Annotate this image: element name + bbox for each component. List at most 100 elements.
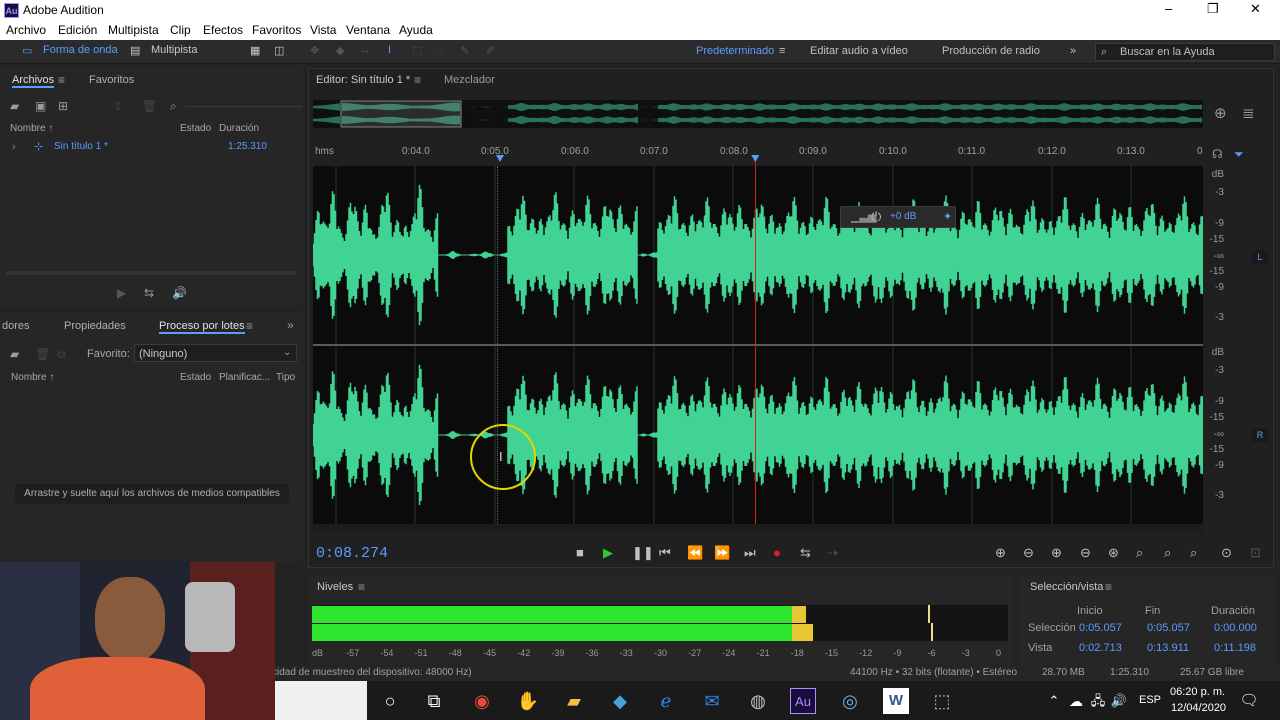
panel-menu-icon[interactable]: ≡ — [58, 73, 65, 87]
insert-icon[interactable]: ⇪ — [113, 99, 123, 113]
menu-archivo[interactable]: Archivo — [6, 23, 46, 37]
selection-end[interactable]: 0:05.057 — [1147, 622, 1190, 634]
clock-date[interactable]: 12/04/2020 — [1171, 702, 1226, 714]
pin-icon[interactable]: ✦ — [943, 210, 952, 223]
mixer-tab[interactable]: Mezclador — [444, 74, 495, 86]
marquee-tool-icon[interactable]: ⬚ — [412, 44, 422, 57]
menu-ayuda[interactable]: Ayuda — [399, 23, 433, 37]
channel-r-toggle[interactable]: R — [1252, 428, 1268, 442]
batch-col-nombre[interactable]: Nombre ↑ — [11, 372, 54, 383]
pause-button[interactable]: ❚❚ — [632, 545, 654, 561]
overview-waveform[interactable] — [312, 100, 1203, 128]
language-indicator[interactable]: ESP — [1139, 694, 1161, 706]
zoom-in-time-icon[interactable]: ⊕ — [1051, 545, 1062, 561]
taskbar-search-box[interactable] — [275, 681, 367, 720]
channel-left-track[interactable] — [312, 166, 1204, 344]
menu-edicion[interactable]: Edición — [58, 23, 97, 37]
zoom-in-amplitude-icon[interactable]: ⊕ — [995, 545, 1006, 561]
maximize-button[interactable]: ❐ — [1207, 1, 1219, 17]
selection-duration[interactable]: 0:00.000 — [1214, 622, 1257, 634]
snipping-icon[interactable]: ⬚ — [929, 688, 955, 714]
import-icon[interactable]: ▣ — [35, 99, 46, 113]
batch-delete-icon[interactable]: 🗑 — [35, 347, 50, 361]
close-button[interactable]: ✕ — [1250, 1, 1261, 17]
zoom-reset-icon[interactable]: ⊙ — [1221, 545, 1232, 561]
globe-app-icon[interactable]: ◎ — [837, 688, 863, 714]
current-time[interactable]: 0:08.274 — [316, 545, 388, 562]
filter-search-icon[interactable]: ⌕ — [170, 99, 177, 114]
volume-icon[interactable]: 🔊 — [1106, 688, 1132, 714]
more-workspaces-icon[interactable]: » — [1070, 45, 1076, 57]
menu-favoritos[interactable]: Favoritos — [252, 23, 301, 37]
zoom-full-icon[interactable]: ⊛ — [1108, 545, 1119, 561]
levels-menu-icon[interactable]: ≡ — [358, 580, 365, 594]
tab-propiedades[interactable]: Propiedades — [64, 320, 126, 332]
edge-icon[interactable]: ℯ — [653, 688, 679, 714]
view-end[interactable]: 0:13.911 — [1147, 642, 1189, 654]
more-panels-icon[interactable]: » — [287, 318, 294, 332]
auto-play-icon[interactable]: 🔊 — [172, 286, 187, 300]
batch-col-estado[interactable]: Estado — [180, 372, 211, 383]
waveform-view-button[interactable]: Forma de onda — [43, 44, 118, 56]
razor-tool-icon[interactable]: ◆ — [336, 44, 344, 57]
batch-col-planificacion[interactable]: Planificac... — [219, 372, 270, 383]
col-duracion[interactable]: Duración — [219, 123, 259, 134]
file-row[interactable]: › ⊹ Sin título 1 * 1:25.310 — [0, 140, 303, 155]
chrome-icon[interactable]: ◉ — [469, 688, 495, 714]
rewind-button[interactable]: ⏪ — [687, 545, 703, 561]
horizontal-scrollbar[interactable] — [313, 524, 1203, 532]
batch-col-tipo[interactable]: Tipo — [276, 372, 295, 383]
move-tool-icon[interactable]: ✥ — [310, 44, 319, 57]
loop-button[interactable]: ⇆ — [800, 545, 811, 561]
batch-folder-icon[interactable]: ▰ — [10, 347, 19, 361]
zoom-selection-icon[interactable]: ⌕ — [1136, 545, 1143, 561]
delete-icon[interactable]: 🗑 — [142, 99, 157, 113]
open-folder-icon[interactable]: ▰ — [10, 99, 19, 113]
zoom-out-amplitude-icon[interactable]: ⊖ — [1023, 545, 1034, 561]
fast-forward-button[interactable]: ⏩ — [714, 545, 730, 561]
brush-tool-icon[interactable]: ✎ — [460, 44, 469, 57]
expand-arrow-icon[interactable]: › — [12, 141, 16, 153]
workspace-menu-icon[interactable]: ≡ — [779, 45, 785, 57]
batch-copy-icon[interactable]: ⧉ — [57, 347, 66, 362]
task-view-icon[interactable]: ⧉ — [421, 688, 447, 714]
minimize-button[interactable]: – — [1165, 1, 1172, 16]
channel-right-track[interactable] — [312, 346, 1204, 524]
workspace-default[interactable]: Predeterminado — [696, 45, 774, 57]
go-to-start-button[interactable]: ⏮ — [659, 545, 671, 561]
menu-efectos[interactable]: Efectos — [203, 23, 243, 37]
tab-marcadores[interactable]: dores — [2, 320, 30, 332]
play-button[interactable]: ▶ — [603, 545, 613, 561]
multitrack-view-button[interactable]: Multipista — [151, 44, 197, 56]
play-preview-icon[interactable]: ▶ — [117, 286, 126, 300]
headphones-icon[interactable]: ☊ — [1212, 147, 1223, 161]
workspace-radio[interactable]: Producción de radio — [942, 45, 1040, 57]
mail-icon[interactable]: ✉ — [699, 688, 725, 714]
clock-time[interactable]: 06:20 p. m. — [1170, 686, 1225, 698]
view-start[interactable]: 0:02.713 — [1079, 642, 1122, 654]
zoom-nav-icon[interactable]: ⊕ — [1214, 104, 1227, 122]
editor-tab[interactable]: Editor: Sin título 1 * — [316, 74, 410, 86]
zoom-out-point-icon[interactable]: ⌕ — [1190, 545, 1197, 561]
cortana-icon[interactable]: ○ — [377, 688, 403, 714]
col-estado[interactable]: Estado — [180, 123, 211, 134]
time-selection-tool-icon[interactable]: I — [388, 44, 391, 56]
loop-preview-icon[interactable]: ⇆ — [144, 286, 154, 300]
go-to-end-button[interactable]: ⏭ — [744, 545, 756, 561]
selection-start[interactable]: 0:05.057 — [1079, 622, 1122, 634]
zoom-out-time-icon[interactable]: ⊖ — [1080, 545, 1091, 561]
hud-gain-value[interactable]: +0 dB — [890, 211, 916, 222]
zoom-disabled-icon[interactable]: ⊡ — [1250, 545, 1261, 561]
gain-knob-icon[interactable]: ⏻ — [871, 209, 881, 225]
selection-menu-icon[interactable]: ≡ — [1105, 580, 1112, 594]
zoom-in-point-icon[interactable]: ⌕ — [1164, 545, 1171, 561]
lasso-tool-icon[interactable]: ◌ — [436, 44, 443, 56]
slip-tool-icon[interactable]: ↔ — [360, 44, 371, 56]
tab-proceso-lotes[interactable]: Proceso por lotes — [159, 320, 245, 334]
time-ruler[interactable]: hms 0:04.0 0:05.0 0:06.0 0:07.0 0:08.0 0… — [313, 146, 1203, 162]
scrollbar[interactable] — [6, 271, 296, 275]
col-nombre[interactable]: Nombre ↑ — [10, 123, 53, 134]
pitch-display-icon[interactable]: ◫ — [274, 44, 284, 57]
audition-taskbar-icon[interactable]: Au — [790, 688, 816, 714]
batch-menu-icon[interactable]: ≡ — [246, 319, 253, 333]
